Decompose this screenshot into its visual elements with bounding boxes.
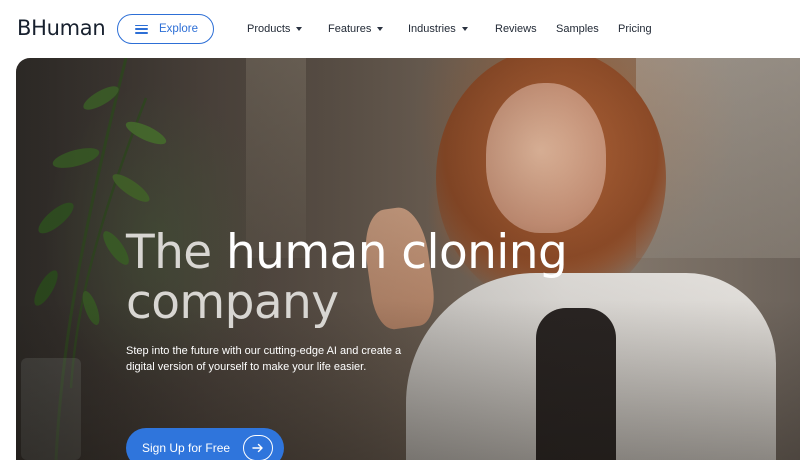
nav-item-label: Products: [247, 23, 291, 35]
headline-highlight: human cloning: [225, 225, 568, 280]
nav-item-label: Pricing: [618, 23, 652, 35]
explore-button-label: Explore: [159, 23, 198, 35]
hero-subtitle: Step into the future with our cutting-ed…: [126, 345, 402, 373]
chevron-down-icon: [296, 27, 303, 31]
sign-up-button[interactable]: Sign Up for Free: [126, 428, 284, 460]
nav-item-label: Samples: [556, 23, 599, 35]
explore-button[interactable]: Explore: [117, 14, 214, 44]
nav-item-features[interactable]: Features: [328, 23, 384, 35]
headline-part-1: The: [126, 225, 226, 280]
sign-up-button-label: Sign Up for Free: [142, 441, 231, 455]
nav-item-label: Industries: [408, 23, 456, 35]
nav-item-label: Reviews: [495, 23, 537, 35]
hero-section: The human cloning company Step into the …: [16, 58, 800, 460]
nav-item-products[interactable]: Products: [247, 23, 303, 35]
top-navbar: BHuman Explore Products Features Industr…: [0, 0, 800, 58]
hero-headline: The human cloning company: [126, 225, 568, 330]
menu-icon: [135, 24, 148, 34]
headline-part-2: company: [126, 275, 339, 330]
brand-logo[interactable]: BHuman: [17, 16, 106, 40]
nav-item-industries[interactable]: Industries: [408, 23, 468, 35]
nav-item-label: Features: [328, 23, 372, 35]
nav-item-pricing[interactable]: Pricing: [618, 23, 652, 35]
arrow-right-icon: [243, 435, 273, 460]
nav-item-samples[interactable]: Samples: [556, 23, 599, 35]
chevron-down-icon: [461, 27, 468, 31]
nav-item-reviews[interactable]: Reviews: [495, 23, 537, 35]
chevron-down-icon: [377, 27, 384, 31]
